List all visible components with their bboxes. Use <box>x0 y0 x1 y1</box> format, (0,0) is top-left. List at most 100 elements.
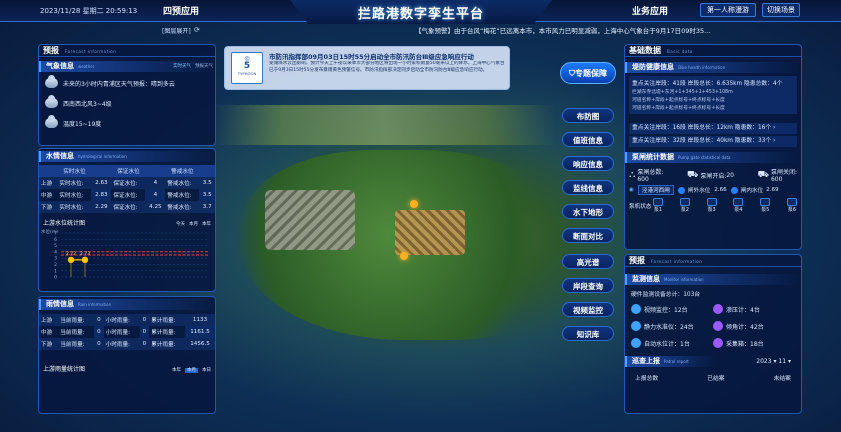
side-button[interactable]: 岸段查询 <box>562 278 614 293</box>
weather-title: 气象信息 <box>46 62 74 70</box>
building-cluster <box>395 210 465 255</box>
cell-value: 0 <box>139 314 150 326</box>
device-label: 渗压计： <box>726 306 751 314</box>
data-point[interactable] <box>67 256 75 264</box>
marker-icon[interactable] <box>410 200 418 208</box>
pump-item[interactable]: 泵3 <box>706 198 717 213</box>
dyke-row[interactable]: 重点关注岸段：32段 岸段总长：40km 隐患数：33个 › <box>629 136 797 147</box>
tab-forecast-weather[interactable]: 预报天气 <box>195 63 213 69</box>
water-chart-title: 上游水位统计图 <box>43 220 86 227</box>
refresh-icon[interactable]: ⟳ <box>194 26 200 34</box>
chevron-down-icon[interactable]: ▾ <box>788 358 791 365</box>
basic-title: 基础数据 <box>629 46 661 55</box>
tab-month[interactable]: 本月 <box>189 222 198 227</box>
side-button[interactable]: 布防图 <box>562 108 614 123</box>
tab-year[interactable]: 本年 <box>202 222 211 227</box>
device-item[interactable]: 自动水位计： 1台 <box>631 338 713 348</box>
year-select[interactable]: 2023 <box>756 358 771 365</box>
weather-row: 西南西北风3~4级 <box>45 95 215 108</box>
data-point[interactable] <box>81 256 89 264</box>
dyke-row-text: 重点关注岸段：16段 岸段总长：12km 隐患数：16个 <box>632 125 772 131</box>
badge-number: 5 <box>243 61 251 71</box>
forecast-panel: 预报 Forecast information 气象信息 weather 实时天气 … <box>38 44 216 146</box>
tab-day[interactable]: 本日 <box>202 368 211 373</box>
dyke-summary[interactable]: 重点关注岸段：41段 岸段总长：6.635km 隐患总数：4个 <box>632 78 794 88</box>
station-select[interactable]: 泾港河西闸 <box>637 185 674 195</box>
marker-icon[interactable] <box>400 252 408 260</box>
gate-closed: ⛟ 泵闸关闭: 600 <box>758 167 797 183</box>
table-row[interactable]: 中游 实时水位: 2.83 保证水位: 4 警戒水位: 3.5 <box>39 189 215 201</box>
cell-label: 小时雨量: <box>103 338 140 350</box>
pump-item[interactable]: 泵2 <box>679 198 690 213</box>
device-item[interactable]: 静力水准仪： 24台 <box>631 321 713 331</box>
layer-toggle[interactable]: [图层展开] <box>162 26 191 35</box>
pump-label: 泵4 <box>734 207 743 213</box>
dyke-list: 重点关注岸段：41段 岸段总长：6.635km 隐患总数：4个 拦湖东寺北堤+东… <box>629 76 797 114</box>
table-row[interactable]: 上游 当前雨量: 0 小时雨量: 0 累计雨量: 1133 <box>39 314 215 326</box>
cell-value: 2.63 <box>91 177 112 189</box>
chevron-down-icon[interactable]: ▾ <box>773 358 776 365</box>
device-value: 4台 <box>750 306 760 314</box>
side-button[interactable]: 断面对比 <box>562 228 614 243</box>
pump-item[interactable]: 泵6 <box>786 198 797 213</box>
cell-value: 4.25 <box>145 201 166 213</box>
cloud-icon <box>45 95 58 108</box>
patrol-header-row: 巡查上报 Patrol report 2023 ▾ 11 ▾ <box>625 356 801 367</box>
device-item[interactable]: 倾角计： 42台 <box>713 321 795 331</box>
gate-station-row: ◉ 泾港河西闸 闸外水位 2.66 闸内水位 2.69 <box>629 185 797 195</box>
column-header: 保证水位 <box>111 165 146 177</box>
rain-chart-tabs: 本年 本月 本日 <box>168 365 211 373</box>
cell-value: 3.7 <box>199 201 215 213</box>
device-value: 1台 <box>680 340 690 348</box>
patrol-total-label: 上报总数 <box>635 376 659 382</box>
device-item[interactable]: 视频监控： 12台 <box>631 304 713 314</box>
cell-label: 保证水位: <box>113 193 138 199</box>
dyke-row[interactable]: 重点关注岸段：16段 岸段总长：12km 隐患数：16个 › <box>629 123 797 134</box>
row-name: 下游 <box>39 338 59 350</box>
side-button[interactable]: 值班信息 <box>562 132 614 147</box>
table-row[interactable]: 中游 当前雨量: 0 小时雨量: 0 累计雨量: 1161.5 <box>39 326 215 338</box>
tab-year[interactable]: 本年 <box>172 368 181 373</box>
tab-today[interactable]: 今天 <box>176 222 185 227</box>
month-select[interactable]: 11 <box>778 358 786 365</box>
side-button[interactable]: 响应信息 <box>562 156 614 171</box>
tab-month[interactable]: 本月 <box>185 367 198 373</box>
patrol-title: 巡查上报 <box>632 357 660 365</box>
side-button[interactable]: 水下地形 <box>562 204 614 219</box>
dyke-title: 堤防健康信息 <box>632 63 674 71</box>
tab-four-forecast[interactable]: 四预应用 <box>163 0 199 17</box>
pump-item[interactable]: 泵5 <box>760 198 771 213</box>
switch-scene-button[interactable]: 切换场景 <box>762 3 800 17</box>
table-row[interactable]: 上游 实时水位: 2.63 保证水位: 4 警戒水位: 3.5 <box>39 177 215 189</box>
table-row[interactable]: 下游 当前雨量: 0 小时雨量: 0 累计雨量: 1456.5 <box>39 338 215 350</box>
y-tick-label: 6 <box>54 237 57 243</box>
y-tick-label: 7 <box>54 231 57 237</box>
side-button[interactable]: 高光谱 <box>562 254 614 269</box>
pump-item[interactable]: 泵4 <box>733 198 744 213</box>
special-guarantee-button[interactable]: ⛉专题保障 <box>560 62 616 84</box>
column-header <box>39 165 58 177</box>
typhoon-badge: ◎ 5 TYPHOON <box>231 52 263 84</box>
pump-icon <box>679 198 690 206</box>
cell-value: 0 <box>94 338 104 350</box>
side-button[interactable]: 知识库 <box>562 326 614 341</box>
device-item[interactable]: 渗压计： 4台 <box>713 304 795 314</box>
cell-label: 警戒水位: <box>165 177 200 189</box>
side-button[interactable]: 视频监控 <box>562 302 614 317</box>
emergency-alert[interactable]: ◎ 5 TYPHOON 市防汛指挥部09月03日15时55分启动全市防汛防台Ⅲ级… <box>224 46 510 90</box>
special-guarantee-label: 专题保障 <box>575 69 607 78</box>
cell-label: 累计雨量: <box>151 330 176 336</box>
tab-business[interactable]: 业务应用 <box>632 0 668 17</box>
patrol-date: 2023 ▾ 11 ▾ <box>756 358 791 365</box>
row-name: 上游 <box>39 177 58 189</box>
table-row[interactable]: 下游 实时水位: 2.29 保证水位: 4.25 警戒水位: 3.7 <box>39 201 215 213</box>
tab-realtime-weather[interactable]: 实时天气 <box>173 63 191 69</box>
gate-header: 泵闸统计数据 Pump gate statistical data <box>625 152 801 163</box>
pump-item[interactable]: 泵1 <box>653 198 663 213</box>
cell-label: 警戒水位: <box>167 193 192 199</box>
pump-list: 泵1 泵2 泵3 泵4 泵5 泵6 <box>653 198 797 213</box>
first-person-roam-button[interactable]: 第一人称漫游 <box>700 3 756 17</box>
side-button[interactable]: 监线信息 <box>562 180 614 195</box>
device-item[interactable]: 采集箱： 18台 <box>713 338 795 348</box>
cell-value: 0 <box>94 314 104 326</box>
